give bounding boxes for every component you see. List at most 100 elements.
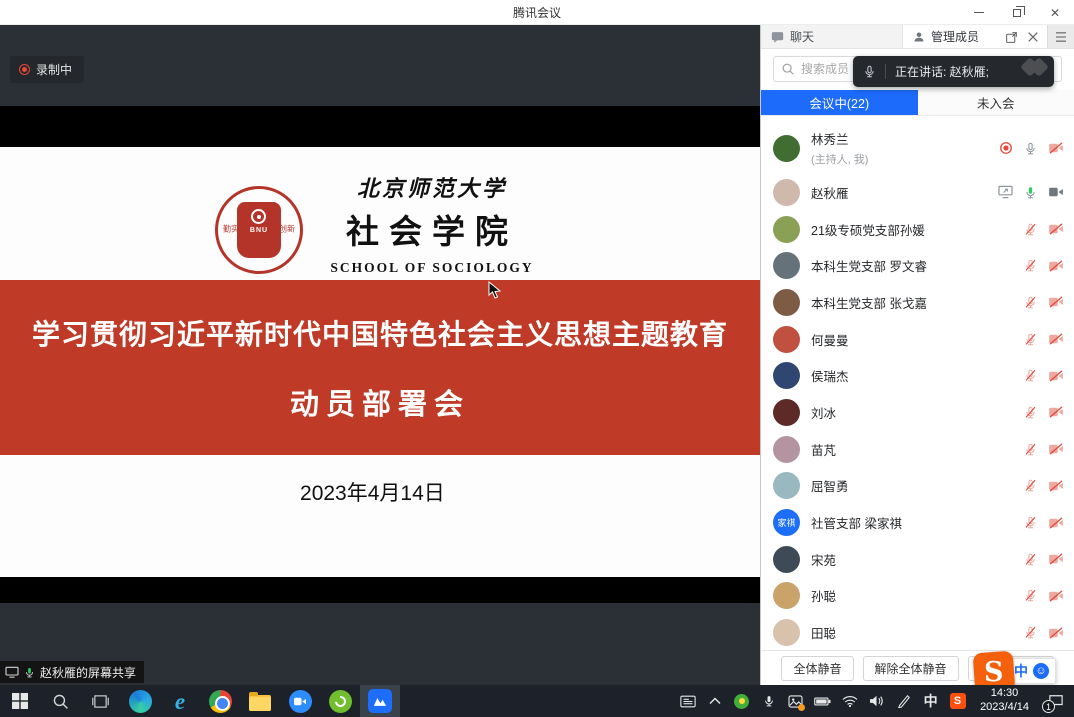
cam-muted-icon[interactable] bbox=[1048, 260, 1064, 272]
mute-all-button[interactable]: 全体静音 bbox=[781, 656, 853, 681]
taskbar-clock[interactable]: 14:30 2023/4/14 bbox=[971, 685, 1038, 717]
participant-row[interactable]: 本科生党支部 罗文睿 bbox=[761, 247, 1074, 284]
participant-text: 赵秋雁 bbox=[811, 183, 849, 202]
tray-battery[interactable] bbox=[809, 685, 836, 717]
task-view-button[interactable] bbox=[80, 685, 120, 717]
tray-microphone[interactable] bbox=[755, 685, 782, 717]
start-button[interactable] bbox=[0, 685, 40, 717]
participant-text: 林秀兰(主持人, 我) bbox=[811, 129, 868, 167]
minimize-button[interactable] bbox=[960, 0, 998, 25]
participant-row[interactable]: 孙聪 bbox=[761, 578, 1074, 615]
chat-icon bbox=[771, 31, 784, 43]
avatar: 家祺 bbox=[773, 509, 800, 536]
tab-manage-members[interactable]: 管理成员 bbox=[903, 25, 1047, 48]
ime-language-indicator[interactable]: 中 bbox=[1014, 661, 1028, 681]
mic-on-icon[interactable] bbox=[1024, 141, 1037, 156]
tab-chat[interactable]: 聊天 bbox=[761, 25, 903, 48]
ime-mode-indicator[interactable]: 中 bbox=[917, 685, 944, 717]
tray-360-safe[interactable] bbox=[728, 685, 755, 717]
taskbar-tencent-meeting[interactable] bbox=[360, 685, 400, 717]
participant-row[interactable]: 21级专硕党支部孙媛 bbox=[761, 211, 1074, 248]
monitor-icon bbox=[5, 666, 19, 678]
cam-muted-icon[interactable] bbox=[1048, 223, 1064, 235]
participant-row[interactable]: 林秀兰(主持人, 我) bbox=[761, 122, 1074, 174]
cam-muted-icon[interactable] bbox=[1048, 333, 1064, 345]
tray-photos[interactable] bbox=[782, 685, 809, 717]
participant-controls bbox=[1024, 332, 1064, 347]
action-center-button[interactable]: 1 bbox=[1038, 685, 1074, 717]
banner-line2: 动员部署会 bbox=[290, 381, 470, 423]
restore-button[interactable] bbox=[998, 0, 1036, 25]
participant-row[interactable]: 家祺社管支部 梁家祺 bbox=[761, 504, 1074, 541]
taskbar-edge[interactable] bbox=[120, 685, 160, 717]
mic-active-icon[interactable] bbox=[1024, 185, 1037, 200]
screen-share-icon[interactable] bbox=[998, 185, 1013, 199]
member-list-tabs: 会议中(22) 未入会 bbox=[761, 90, 1074, 116]
record-icon[interactable] bbox=[999, 141, 1013, 155]
participant-row[interactable]: 本科生党支部 张戈嘉 bbox=[761, 284, 1074, 321]
tray-expand-button[interactable] bbox=[701, 685, 728, 717]
cam-muted-icon[interactable] bbox=[1048, 443, 1064, 455]
unmute-all-button[interactable]: 解除全体静音 bbox=[863, 656, 959, 681]
taskbar-ie[interactable]: e bbox=[160, 685, 200, 717]
sidebar-menu-button[interactable] bbox=[1047, 25, 1074, 48]
mic-muted-icon[interactable] bbox=[1024, 368, 1037, 383]
tab-not-joined[interactable]: 未入会 bbox=[918, 90, 1074, 115]
mic-muted-icon[interactable] bbox=[1024, 625, 1037, 640]
tab-in-meeting[interactable]: 会议中(22) bbox=[761, 90, 918, 115]
mic-muted-icon[interactable] bbox=[1024, 258, 1037, 273]
participant-name: 刘冰 bbox=[811, 403, 836, 422]
avatar bbox=[773, 546, 800, 573]
tray-volume[interactable] bbox=[863, 685, 890, 717]
mic-muted-icon[interactable] bbox=[1024, 405, 1037, 420]
cam-muted-icon[interactable] bbox=[1048, 590, 1064, 602]
emoji-ime-icon[interactable]: ☺ bbox=[1033, 663, 1049, 679]
close-panel-icon[interactable] bbox=[1027, 31, 1039, 43]
cam-muted-icon[interactable] bbox=[1048, 370, 1064, 382]
taskbar-zoom[interactable] bbox=[280, 685, 320, 717]
cam-on-icon[interactable] bbox=[1048, 186, 1064, 198]
participant-text: 刘冰 bbox=[811, 403, 836, 422]
avatar bbox=[773, 436, 800, 463]
participant-row[interactable]: 屈智勇 bbox=[761, 468, 1074, 505]
cam-muted-icon[interactable] bbox=[1048, 406, 1064, 418]
restore-icon bbox=[1013, 9, 1021, 17]
taskbar-360-browser[interactable] bbox=[320, 685, 360, 717]
participant-row[interactable]: 田聪 bbox=[761, 614, 1074, 650]
browser-360-icon bbox=[329, 690, 352, 713]
participant-row[interactable]: 赵秋雁 bbox=[761, 174, 1074, 211]
mic-muted-icon[interactable] bbox=[1024, 588, 1037, 603]
cam-muted-icon[interactable] bbox=[1048, 517, 1064, 529]
tray-wifi[interactable] bbox=[836, 685, 863, 717]
avatar bbox=[773, 179, 800, 206]
taskbar-search-button[interactable] bbox=[40, 685, 80, 717]
mic-muted-icon[interactable] bbox=[1024, 332, 1037, 347]
taskbar-chrome[interactable] bbox=[200, 685, 240, 717]
mic-muted-icon[interactable] bbox=[1024, 478, 1037, 493]
cam-muted-icon[interactable] bbox=[1048, 142, 1064, 154]
participant-row[interactable]: 刘冰 bbox=[761, 394, 1074, 431]
mic-muted-icon[interactable] bbox=[1024, 552, 1037, 567]
tray-sogou[interactable]: S bbox=[944, 685, 971, 717]
cam-muted-icon[interactable] bbox=[1048, 553, 1064, 565]
cam-muted-icon[interactable] bbox=[1048, 296, 1064, 308]
mic-muted-icon[interactable] bbox=[1024, 515, 1037, 530]
participant-row[interactable]: 宋苑 bbox=[761, 541, 1074, 578]
seal-bnu-text: BNU bbox=[250, 227, 268, 234]
mic-muted-icon[interactable] bbox=[1024, 222, 1037, 237]
avatar bbox=[773, 289, 800, 316]
participant-row[interactable]: 苗芃 bbox=[761, 431, 1074, 468]
mic-muted-icon[interactable] bbox=[1024, 442, 1037, 457]
popout-icon[interactable] bbox=[1005, 31, 1018, 44]
close-button[interactable]: ✕ bbox=[1036, 0, 1074, 25]
mic-muted-icon[interactable] bbox=[1024, 295, 1037, 310]
participant-row[interactable]: 侯瑞杰 bbox=[761, 357, 1074, 394]
tray-pen[interactable] bbox=[890, 685, 917, 717]
participant-row[interactable]: 何曼曼 bbox=[761, 321, 1074, 358]
news-widget-button[interactable] bbox=[674, 685, 701, 717]
cam-muted-icon[interactable] bbox=[1048, 480, 1064, 492]
cam-muted-icon[interactable] bbox=[1048, 627, 1064, 639]
minimize-icon bbox=[974, 12, 984, 13]
taskbar-explorer[interactable] bbox=[240, 685, 280, 717]
participant-text: 侯瑞杰 bbox=[811, 366, 849, 385]
